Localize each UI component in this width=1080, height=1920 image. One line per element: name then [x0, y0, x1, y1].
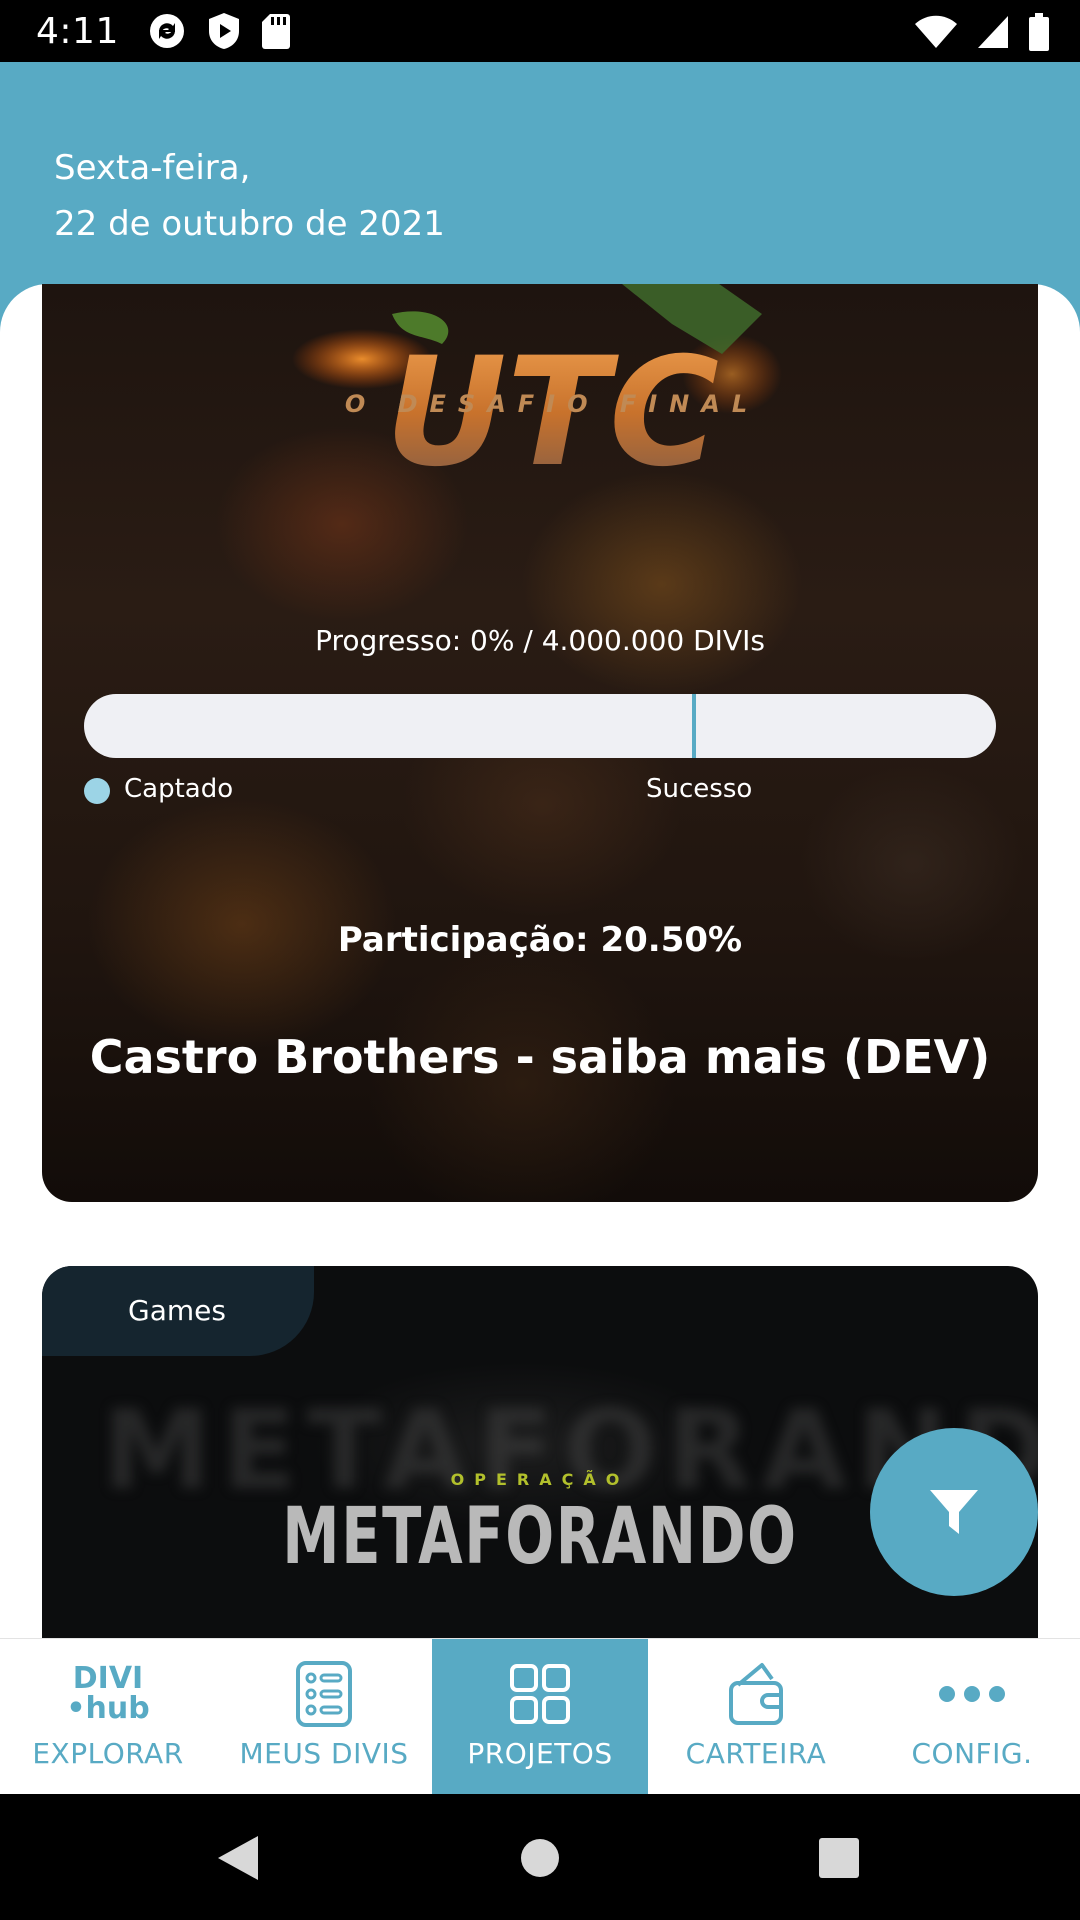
- nav-label: MEUS DIVIS: [239, 1737, 409, 1770]
- nav-config[interactable]: CONFIG.: [864, 1639, 1080, 1795]
- logo-subtitle: O DESAFIO FINAL: [345, 390, 759, 418]
- wallet-icon: [729, 1663, 783, 1725]
- status-bar: 4:11: [0, 0, 1080, 62]
- nav-carteira[interactable]: CARTEIRA: [648, 1639, 864, 1795]
- bottom-navigation: DIVI •hub EXPLORAR MEUS DIVIS PROJETOS C…: [0, 1638, 1080, 1795]
- filter-icon: [930, 1490, 978, 1534]
- battery-icon: [1029, 13, 1049, 51]
- more-icon: [939, 1686, 1005, 1702]
- back-icon[interactable]: [216, 1834, 260, 1882]
- wifi-icon: [915, 15, 957, 48]
- sucesso-legend-label: Sucesso: [646, 774, 753, 804]
- home-icon[interactable]: [520, 1834, 560, 1882]
- progress-label: Progresso: 0% / 4.000.000 DIVIs: [315, 624, 765, 657]
- success-marker: [692, 694, 696, 758]
- recents-icon[interactable]: [818, 1834, 860, 1882]
- nav-projetos[interactable]: PROJETOS: [432, 1639, 648, 1795]
- project-logo: UTC O DESAFIO FINAL: [292, 284, 782, 494]
- captado-legend-dot: [84, 778, 110, 804]
- nav-label: CARTEIRA: [685, 1737, 827, 1770]
- cell-signal-icon: [978, 16, 1008, 48]
- nav-explorar[interactable]: DIVI •hub EXPLORAR: [0, 1639, 216, 1795]
- status-time: 4:11: [36, 10, 119, 52]
- nav-label: PROJETOS: [467, 1737, 613, 1770]
- nav-meus-divis[interactable]: MEUS DIVIS: [216, 1639, 432, 1795]
- grid-icon: [510, 1664, 570, 1724]
- date-label: 22 de outubro de 2021: [54, 204, 445, 244]
- captado-legend-label: Captado: [124, 774, 234, 804]
- list-icon: [296, 1661, 352, 1727]
- nav-label: EXPLORAR: [32, 1737, 184, 1770]
- filter-button[interactable]: [870, 1428, 1038, 1596]
- project-title[interactable]: Castro Brothers - saiba mais (DEV): [42, 1030, 1038, 1084]
- nav-label: CONFIG.: [911, 1737, 1033, 1770]
- project-card[interactable]: UTC O DESAFIO FINAL Progresso: 0% / 4.00…: [42, 284, 1038, 1202]
- play-shield-icon: [208, 13, 239, 49]
- sd-card-icon: [261, 14, 290, 49]
- category-tag: Games: [42, 1266, 314, 1356]
- weekday-label: Sexta-feira,: [54, 148, 251, 188]
- logo-title: METAFORANDO: [282, 1492, 798, 1582]
- participation-label: Participação: 20.50%: [337, 920, 743, 960]
- sync-icon: [149, 14, 184, 48]
- project-card[interactable]: METAFORANDO Games OPERAÇÃO METAFORANDO: [42, 1266, 1038, 1640]
- progress-bar: [84, 694, 996, 758]
- divi-hub-logo: DIVI •hub: [66, 1661, 150, 1726]
- system-navigation-bar: [0, 1794, 1080, 1920]
